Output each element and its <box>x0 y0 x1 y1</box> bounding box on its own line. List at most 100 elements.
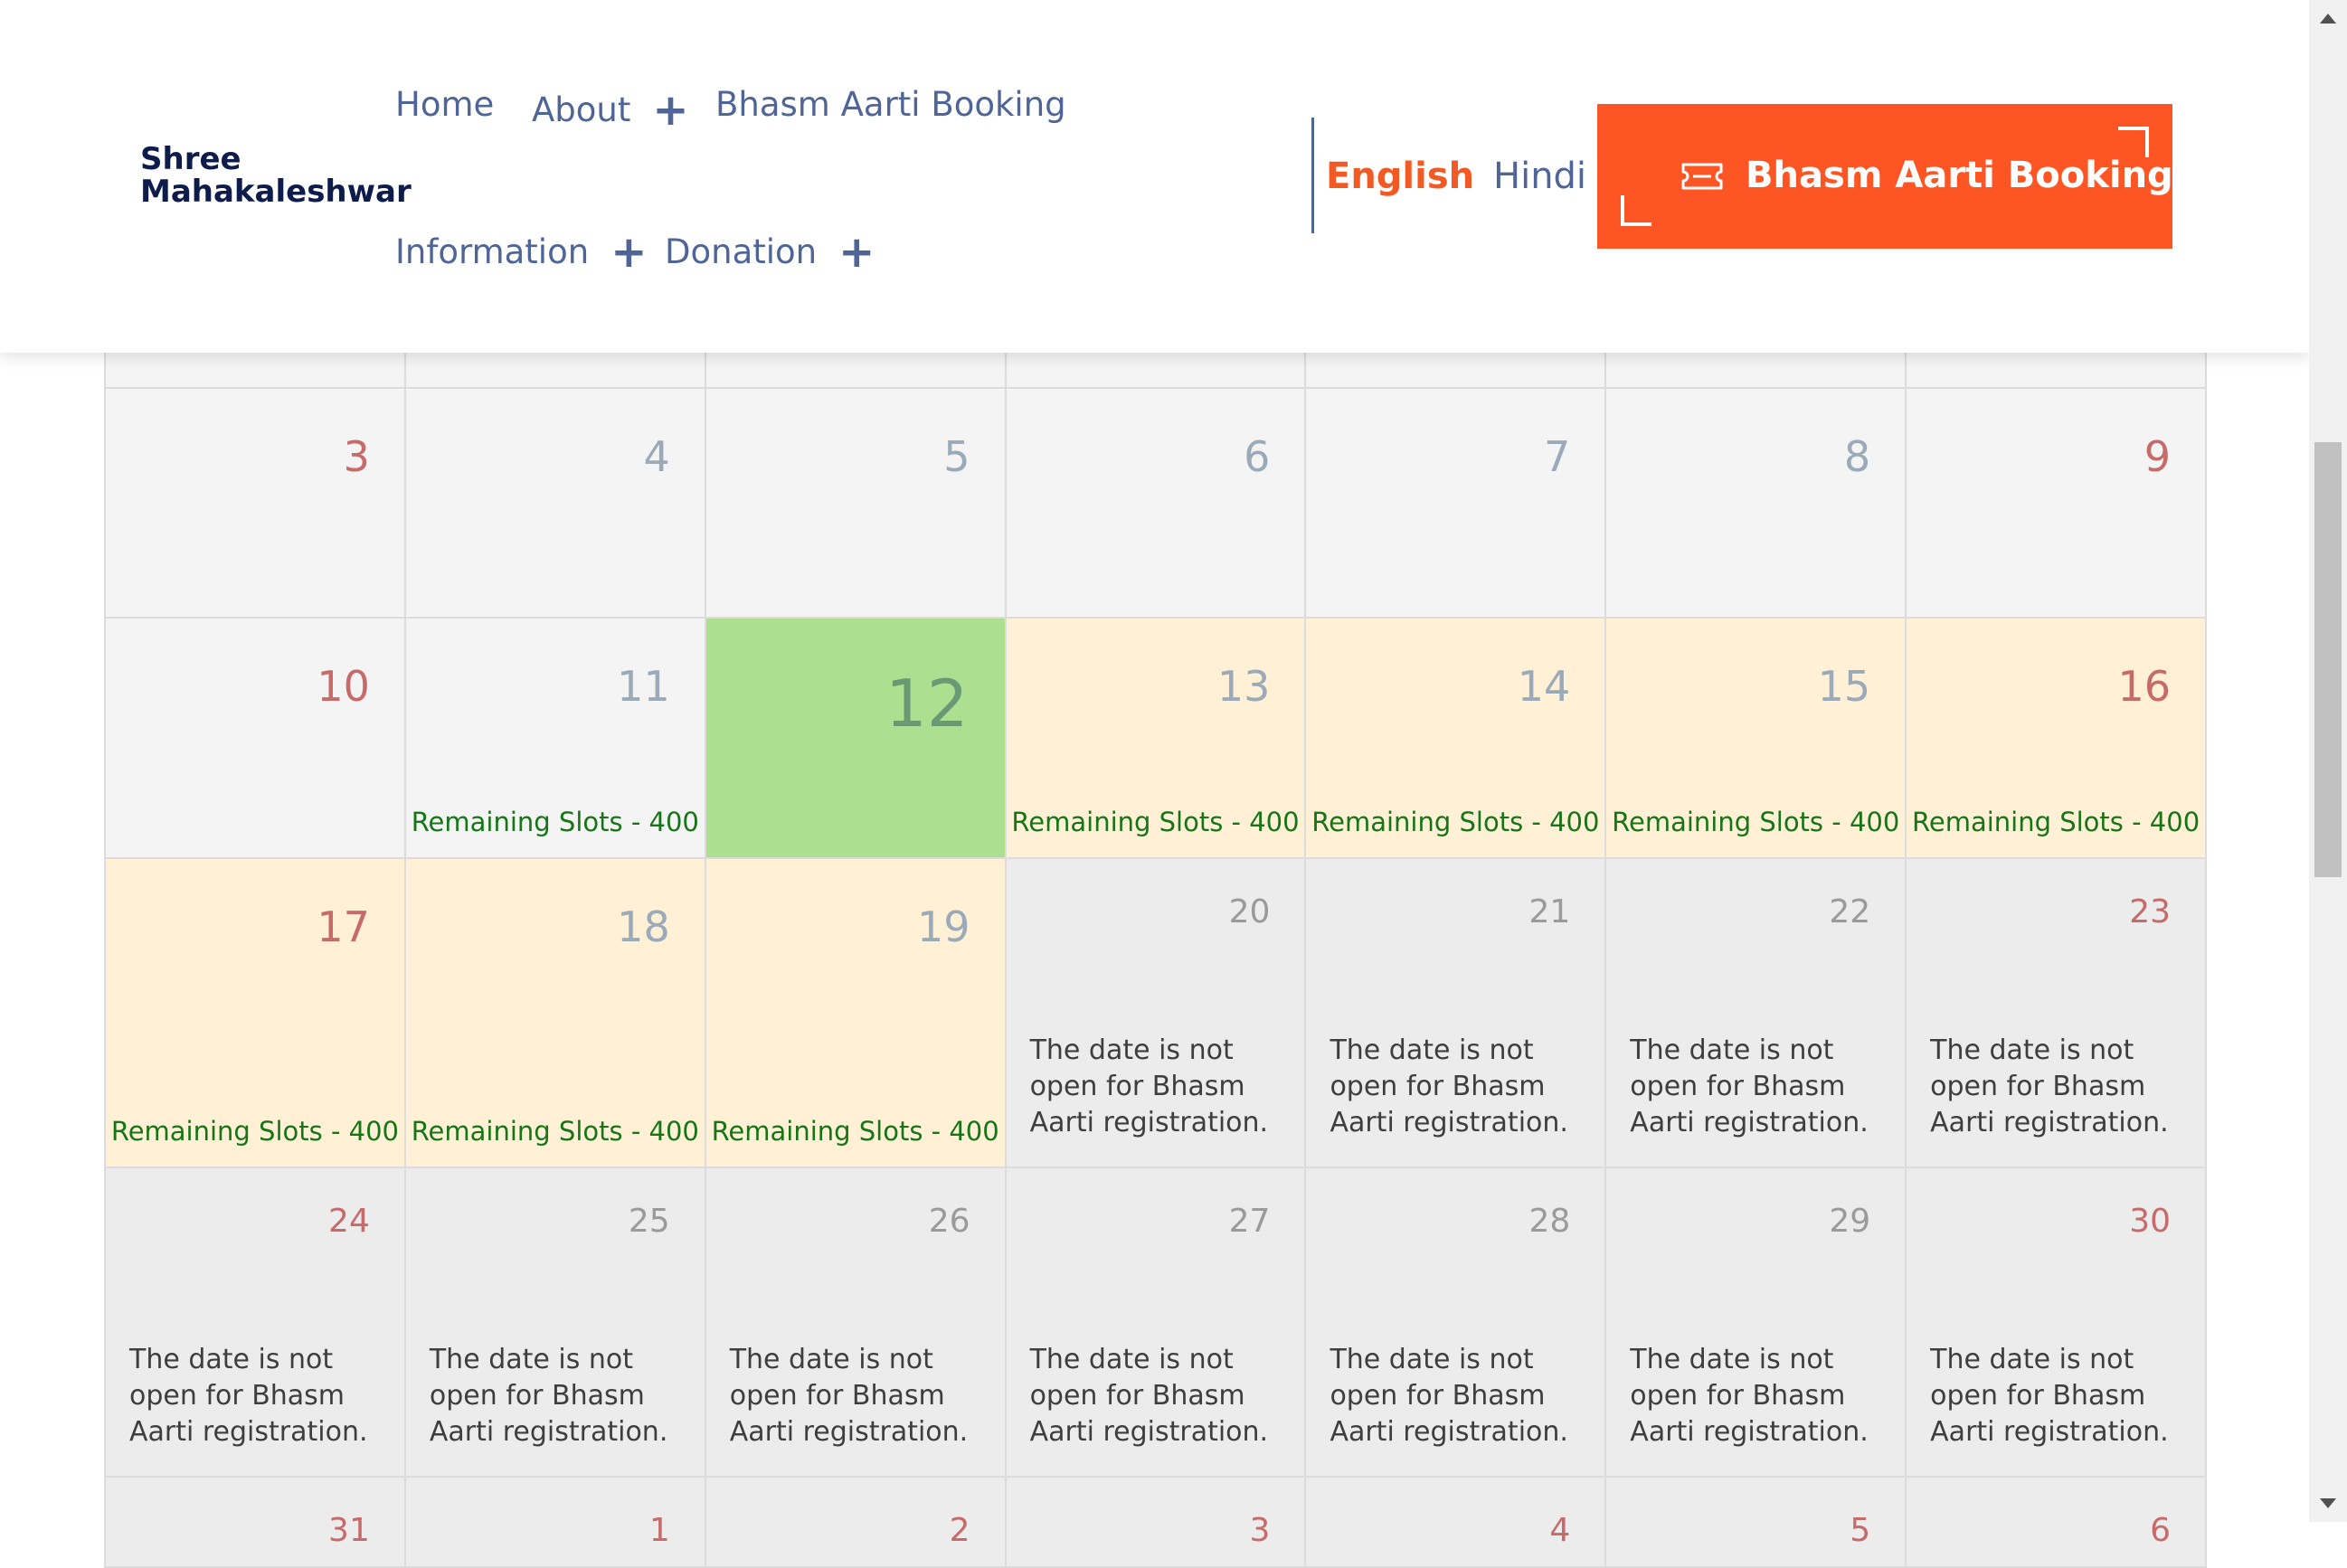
ticket-icon <box>1681 163 1723 190</box>
vertical-scrollbar[interactable] <box>2309 0 2347 1522</box>
plus-icon[interactable]: + <box>610 227 647 278</box>
corner-bracket-decoration <box>1621 195 1651 226</box>
nav-home-label: Home <box>395 85 495 124</box>
nav-bhasm-aarti-booking-link[interactable]: Bhasm Aarti Booking <box>715 85 1066 124</box>
corner-bracket-decoration <box>2118 127 2149 157</box>
date-closed-note: The date is not open for Bhasm Aarti reg… <box>729 1344 969 1448</box>
day-number: 3 <box>1249 1512 1271 1549</box>
calendar-day-cell[interactable]: 18 Remaining Slots - 400 <box>405 859 706 1167</box>
plus-icon[interactable]: + <box>652 85 688 136</box>
day-number: 2 <box>949 1512 970 1549</box>
remaining-slots-label: Remaining Slots - 400 <box>411 807 699 837</box>
nav-bhasm-aarti-booking-label: Bhasm Aarti Booking <box>715 85 1066 124</box>
language-hindi-link[interactable]: Hindi <box>1493 156 1586 197</box>
site-header: Shree Mahakaleshwar Home About + Bhasm Aa… <box>0 0 2309 353</box>
day-number: 28 <box>1528 1203 1571 1240</box>
day-number: 15 <box>1817 662 1871 711</box>
calendar-day-cell: 9 <box>1907 389 2208 617</box>
date-closed-note: The date is not open for Bhasm Aarti reg… <box>429 1344 668 1448</box>
language-english-link[interactable]: English <box>1326 156 1474 197</box>
nav-information-link[interactable]: Information + <box>395 227 647 278</box>
date-closed-note: The date is not open for Bhasm Aarti reg… <box>1330 1034 1568 1138</box>
calendar-day-cell: 24 The date is not open for Bhasm Aarti r… <box>106 1168 406 1476</box>
plus-icon[interactable]: + <box>838 227 875 278</box>
date-closed-note: The date is not open for Bhasm Aarti reg… <box>1029 1344 1269 1448</box>
day-number: 26 <box>928 1203 970 1240</box>
day-number: 14 <box>1517 662 1571 711</box>
calendar-day-cell: 23 The date is not open for Bhasm Aarti r… <box>1907 859 2208 1167</box>
day-number: 17 <box>317 902 370 951</box>
day-number: 20 <box>1228 893 1271 930</box>
calendar-day-cell[interactable]: 16 Remaining Slots - 400 <box>1907 619 2208 857</box>
day-number: 7 <box>1544 432 1571 481</box>
calendar-day-cell[interactable]: 19 Remaining Slots - 400 <box>705 859 1007 1167</box>
booking-calendar: 3456789 10 11 Remaining Slots - 400 12 13 Rem… <box>104 326 2208 1568</box>
day-number: 4 <box>1549 1512 1571 1549</box>
calendar-day-cell: 11 Remaining Slots - 400 <box>405 619 706 857</box>
day-number: 5 <box>943 432 970 481</box>
day-number: 10 <box>317 662 370 711</box>
day-number: 25 <box>628 1203 670 1240</box>
day-number: 13 <box>1216 662 1271 711</box>
day-number: 27 <box>1228 1203 1271 1240</box>
remaining-slots-label: Remaining Slots - 400 <box>1011 807 1300 837</box>
calendar-day-cell-today: 12 <box>705 619 1007 857</box>
calendar-day-cell[interactable]: 14 Remaining Slots - 400 <box>1306 619 1607 857</box>
calendar-day-cell: 8 <box>1606 389 1907 617</box>
remaining-slots-label: Remaining Slots - 400 <box>1612 807 1900 837</box>
remaining-slots-label: Remaining Slots - 400 <box>411 1116 699 1147</box>
calendar-day-cell: 31 <box>106 1478 406 1566</box>
day-number: 23 <box>2129 893 2172 930</box>
date-closed-note: The date is not open for Bhasm Aarti reg… <box>129 1344 368 1448</box>
nav-donation-link[interactable]: Donation + <box>665 227 875 278</box>
nav-information-label: Information <box>395 232 590 271</box>
day-number: 22 <box>1829 893 1871 930</box>
calendar-week-row: 10 11 Remaining Slots - 400 12 13 Remaining S… <box>106 619 2208 859</box>
nav-donation-label: Donation <box>665 232 818 271</box>
day-number: 12 <box>885 666 969 741</box>
calendar-day-cell: 5 <box>705 389 1007 617</box>
calendar-day-cell: 4 <box>1306 1478 1607 1566</box>
day-number: 6 <box>1244 432 1271 481</box>
calendar-day-cell: 5 <box>1606 1478 1907 1566</box>
calendar-week-row: 17 Remaining Slots - 400 18 Remaining Slots… <box>106 859 2208 1168</box>
nav-about-link[interactable]: About + <box>532 85 689 136</box>
scrollbar-thumb[interactable] <box>2314 441 2342 877</box>
date-closed-note: The date is not open for Bhasm Aarti reg… <box>1330 1344 1568 1448</box>
calendar-day-cell[interactable]: 15 Remaining Slots - 400 <box>1606 619 1907 857</box>
calendar-day-cell: 2 <box>705 1478 1007 1566</box>
scroll-up-arrow-icon[interactable] <box>2309 0 2347 36</box>
date-closed-note: The date is not open for Bhasm Aarti reg… <box>1029 1034 1269 1138</box>
day-number: 6 <box>2150 1512 2172 1549</box>
day-number: 1 <box>648 1512 670 1549</box>
calendar-day-cell[interactable]: 13 Remaining Slots - 400 <box>1006 619 1307 857</box>
calendar-day-cell: 27 The date is not open for Bhasm Aarti r… <box>1006 1168 1307 1476</box>
calendar-week-row: 24 The date is not open for Bhasm Aarti r… <box>106 1168 2208 1478</box>
calendar-day-cell: 22 The date is not open for Bhasm Aarti r… <box>1606 859 1907 1167</box>
nav-about-label: About <box>532 90 631 129</box>
day-number: 19 <box>917 902 970 951</box>
calendar-day-cell: 6 <box>1006 389 1307 617</box>
scroll-down-arrow-icon[interactable] <box>2309 1486 2347 1522</box>
calendar-day-cell[interactable]: 17 Remaining Slots - 400 <box>106 859 406 1167</box>
day-number: 31 <box>328 1512 370 1549</box>
day-number: 18 <box>617 902 670 951</box>
calendar-day-cell: 28 The date is not open for Bhasm Aarti r… <box>1306 1168 1607 1476</box>
site-logo[interactable]: Shree Mahakaleshwar <box>140 143 412 208</box>
day-number: 8 <box>1843 432 1871 481</box>
calendar-day-cell: 20 The date is not open for Bhasm Aarti r… <box>1006 859 1307 1167</box>
day-number: 4 <box>643 432 670 481</box>
calendar-week-row: 3 4 5 6 7 8 9 <box>106 389 2208 619</box>
remaining-slots-label: Remaining Slots - 400 <box>110 1116 399 1147</box>
calendar-day-cell: 4 <box>405 389 706 617</box>
calendar-day-cell: 26 The date is not open for Bhasm Aarti r… <box>705 1168 1007 1476</box>
calendar-week-row: 31 1 2 3 4 5 6 <box>106 1478 2208 1568</box>
nav-home-link[interactable]: Home <box>395 85 494 124</box>
calendar-day-cell: 30 The date is not open for Bhasm Aarti r… <box>1907 1168 2208 1476</box>
bhasm-aarti-booking-button[interactable]: Bhasm Aarti Booking <box>1597 104 2173 249</box>
day-number: 24 <box>328 1203 370 1240</box>
calendar-day-cell: 25 The date is not open for Bhasm Aarti r… <box>405 1168 706 1476</box>
date-closed-note: The date is not open for Bhasm Aarti reg… <box>1930 1034 2169 1138</box>
calendar-day-cell: 21 The date is not open for Bhasm Aarti r… <box>1306 859 1607 1167</box>
booking-button-label: Bhasm Aarti Booking <box>1746 155 2173 196</box>
